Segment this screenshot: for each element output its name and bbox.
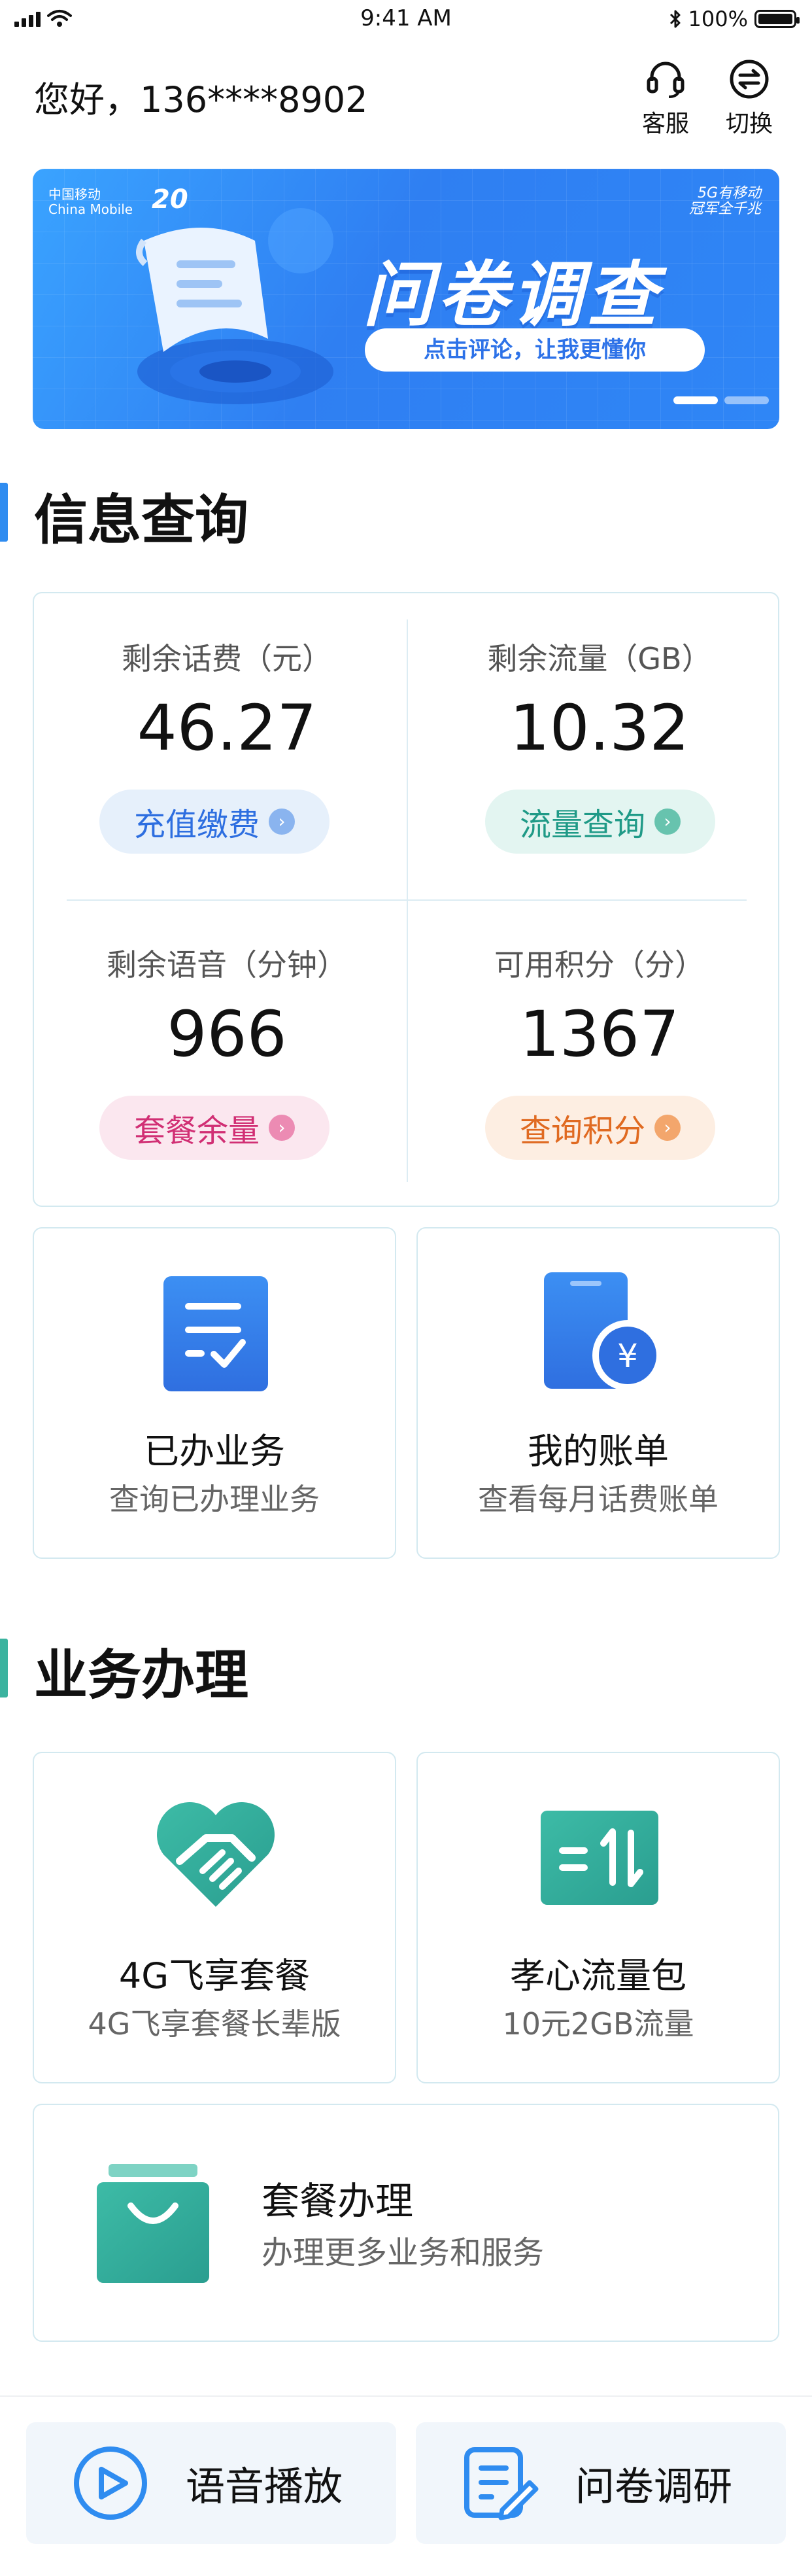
anniversary-mark: 20: [152, 184, 188, 215]
bottom-divider: [0, 2395, 812, 2397]
info-section-title: 信息查询: [34, 489, 249, 551]
shopping-bag-icon: [97, 2164, 209, 2283]
chevron-right-icon: ›: [654, 1115, 681, 1141]
section-accent-bar: [0, 1639, 8, 1697]
brand-en: China Mobile: [48, 201, 133, 217]
survey-paper-illustration: [136, 208, 333, 404]
slogan-line-2: 冠军全千兆: [688, 201, 761, 218]
banner-pagination: [673, 396, 769, 404]
battery-icon: [754, 10, 800, 28]
plan-service-tile[interactable]: 套餐办理 办理更多业务和服务: [33, 2104, 779, 2342]
my-bill-subtitle: 查看每月话费账单: [478, 1482, 719, 1517]
plan-service-title: 套餐办理: [262, 2179, 414, 2223]
4g-plan-title: 4G飞享套餐: [118, 1955, 311, 1996]
chevron-right-icon: ›: [269, 809, 295, 835]
voice-balance-value: 966: [167, 998, 287, 1071]
4g-plan-tile[interactable]: 4G飞享套餐 4G飞享套餐长辈版: [33, 1752, 396, 2083]
voice-playback-button[interactable]: 语音播放: [26, 2422, 396, 2544]
survey-banner[interactable]: 中国移动 China Mobile 20 5G有移动 冠军全千兆 问卷调查 点击…: [33, 169, 779, 429]
data-pack-subtitle: 10元2GB流量: [502, 2006, 694, 2042]
voice-balance-label: 剩余语音（分钟）: [107, 947, 347, 983]
data-balance-label: 剩余流量（GB）: [487, 641, 712, 676]
greeting: 您好，136****8902: [34, 79, 368, 120]
data-pack-tile[interactable]: 孝心流量包 10元2GB流量: [416, 1752, 780, 2083]
brand-cn: 中国移动: [48, 186, 101, 202]
banner-subtitle-button[interactable]: 点击评论，让我更懂你: [365, 328, 705, 372]
headset-icon: [647, 61, 685, 98]
4g-plan-subtitle: 4G飞享套餐长辈版: [88, 2006, 341, 2042]
switch-icon: [730, 60, 769, 99]
points-query-button[interactable]: 查询积分 ›: [485, 1096, 715, 1160]
info-query-card: 剩余话费（元） 46.27 充值缴费 › 剩余流量（GB） 10.32 流量查询…: [33, 592, 779, 1207]
recharge-label: 充值缴费: [133, 807, 260, 843]
switch-label: 切换: [725, 111, 773, 137]
data-transfer-icon: [541, 1811, 658, 1905]
5g-slogan: 5G有移动 冠军全千兆: [688, 185, 761, 218]
survey-label: 问卷调研: [575, 2463, 732, 2510]
chevron-right-icon: ›: [269, 1115, 295, 1141]
data-query-button[interactable]: 流量查询 ›: [485, 790, 715, 854]
status-bar: 9:41 AM 100%: [0, 0, 812, 39]
slogan-line-1: 5G有移动: [697, 185, 761, 201]
battery-percent: 100%: [688, 7, 748, 31]
survey-edit-icon: [464, 2447, 539, 2520]
divider-horizontal: [67, 899, 747, 901]
bluetooth-icon: [669, 10, 681, 28]
play-icon: [74, 2446, 147, 2520]
pagination-dot[interactable]: [724, 396, 769, 404]
plan-balance-button[interactable]: 套餐余量 ›: [99, 1096, 330, 1160]
my-bill-title: 我的账单: [528, 1431, 669, 1472]
survey-button[interactable]: 问卷调研: [416, 2422, 786, 2544]
completed-services-tile[interactable]: 已办业务 查询已办理业务: [33, 1227, 396, 1559]
customer-service-button[interactable]: 客服: [639, 58, 692, 139]
china-mobile-logo: 中国移动 China Mobile: [48, 187, 133, 217]
balance-value: 46.27: [137, 691, 317, 765]
points-query-label: 查询积分: [519, 1113, 645, 1149]
switch-account-button[interactable]: 切换: [723, 58, 775, 139]
chevron-right-icon: ›: [654, 809, 681, 835]
status-right: 100%: [669, 7, 800, 31]
data-query-label: 流量查询: [519, 807, 645, 843]
data-balance-value: 10.32: [509, 691, 690, 765]
business-section-title: 业务办理: [34, 1645, 249, 1707]
heart-handshake-icon: [157, 1802, 275, 1907]
my-bill-tile[interactable]: ¥ 我的账单 查看每月话费账单: [416, 1227, 780, 1559]
recharge-button[interactable]: 充值缴费 ›: [99, 790, 330, 854]
pagination-dot-active[interactable]: [673, 396, 718, 404]
plan-balance-label: 套餐余量: [133, 1113, 260, 1149]
plan-service-subtitle: 办理更多业务和服务: [262, 2235, 545, 2271]
svg-text:¥: ¥: [617, 1337, 638, 1375]
voice-playback-label: 语音播放: [186, 2463, 343, 2510]
section-accent-bar: [0, 483, 8, 542]
data-pack-title: 孝心流量包: [510, 1955, 686, 1996]
customer-service-label: 客服: [641, 111, 689, 137]
banner-title: 问卷调查: [363, 254, 662, 336]
balance-label: 剩余话费（元）: [122, 641, 332, 676]
points-label: 可用积分（分）: [494, 947, 705, 983]
completed-services-title: 已办业务: [144, 1431, 285, 1472]
completed-services-subtitle: 查询已办理业务: [109, 1482, 320, 1517]
document-check-icon: [163, 1276, 268, 1391]
phone-bill-icon: ¥: [544, 1272, 663, 1391]
points-value: 1367: [519, 998, 680, 1071]
